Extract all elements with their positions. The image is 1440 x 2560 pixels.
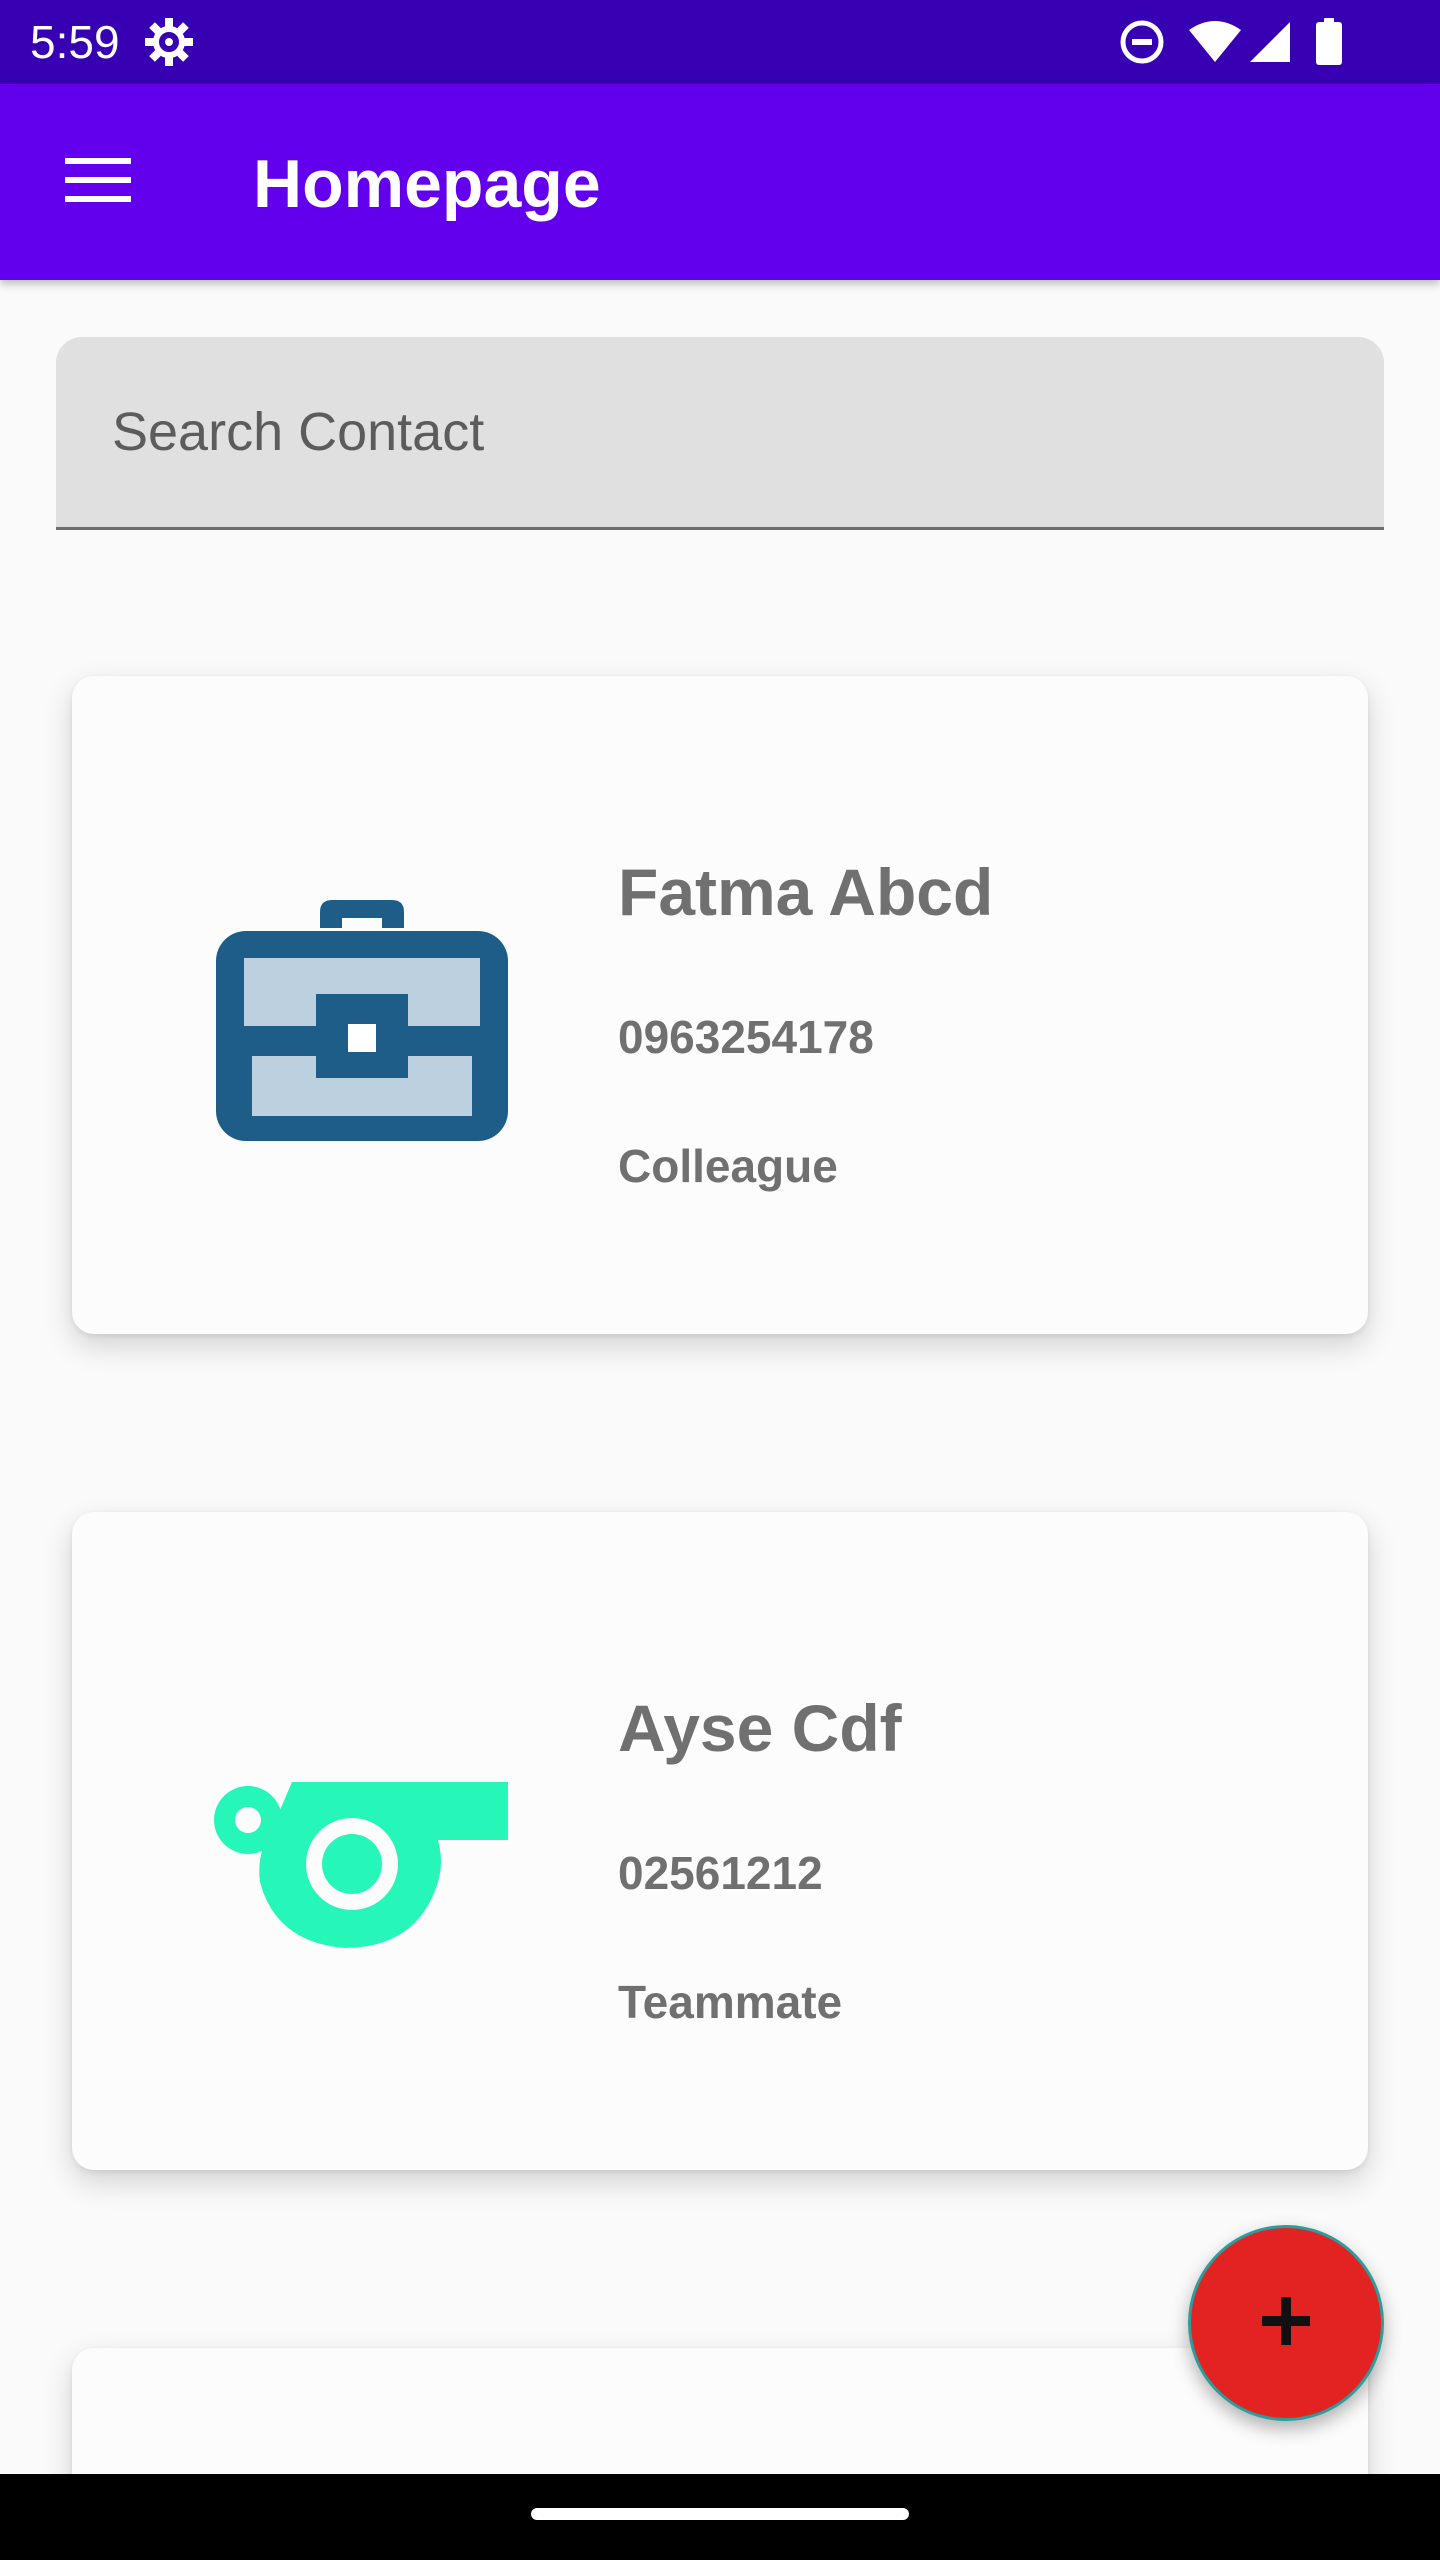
contact-phone: 0963254178 xyxy=(618,1011,874,1063)
contact-phone: 02561212 xyxy=(618,1847,823,1899)
battery-icon xyxy=(1308,0,1350,84)
page-title: Homepage xyxy=(253,146,601,222)
contact-card[interactable]: Fatma Abcd 0963254178 Colleague xyxy=(72,676,1368,1334)
settings-gear-icon xyxy=(140,0,198,84)
contact-group: Teammate xyxy=(618,1976,843,2028)
app-bar: Homepage xyxy=(0,84,1440,280)
hamburger-menu-icon xyxy=(65,156,131,209)
search-input[interactable] xyxy=(112,337,1352,527)
do-not-disturb-icon xyxy=(1116,0,1168,84)
briefcase-icon xyxy=(212,876,512,1156)
contact-group: Colleague xyxy=(618,1140,838,1192)
cellular-signal-icon xyxy=(1246,0,1294,84)
status-bar: 5:59 xyxy=(0,0,1440,84)
search-field-container[interactable] xyxy=(56,337,1384,530)
contact-card[interactable]: Ayse Cdf 02561212 Teammate xyxy=(72,1512,1368,2170)
whistle-icon xyxy=(212,1712,512,1992)
home-gesture-handle[interactable] xyxy=(531,2508,909,2520)
plus-icon xyxy=(1260,2295,1312,2352)
menu-button[interactable] xyxy=(40,140,156,224)
wifi-icon xyxy=(1186,0,1244,84)
homepage-screen: 5:59 Homepage Search Contact Fatma Abcd … xyxy=(0,0,1440,2560)
add-contact-button[interactable] xyxy=(1188,2225,1384,2421)
system-navigation-bar xyxy=(0,2474,1440,2560)
contact-name: Ayse Cdf xyxy=(618,1691,902,1765)
status-time: 5:59 xyxy=(30,16,120,68)
contact-name: Fatma Abcd xyxy=(618,855,994,929)
